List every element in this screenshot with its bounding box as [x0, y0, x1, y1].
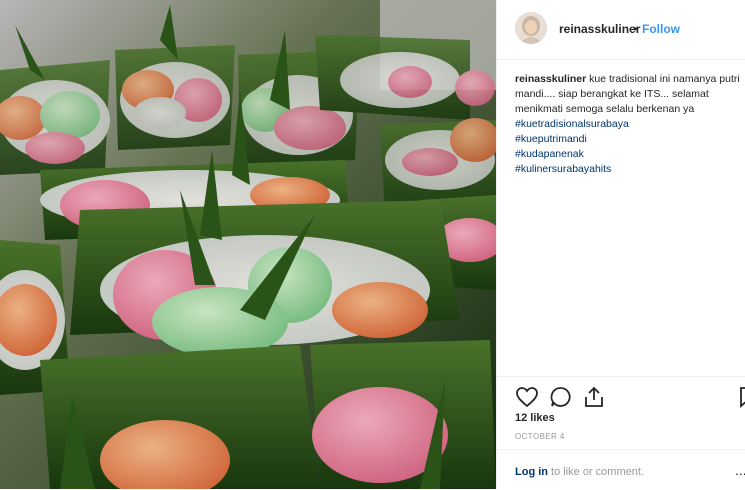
more-options-icon[interactable]: ... [735, 462, 745, 478]
share-icon[interactable] [582, 385, 606, 409]
avatar-image [515, 12, 547, 44]
hashtag-link[interactable]: #kuetradisionalsurabaya [515, 117, 745, 132]
caption-username[interactable]: reinasskuliner [515, 73, 586, 85]
likes-count[interactable]: 12 likes [515, 412, 555, 424]
post-photo[interactable] [0, 0, 496, 489]
comment-icon[interactable] [549, 385, 573, 409]
follow-button[interactable]: Follow [642, 22, 680, 36]
username-link[interactable]: reinasskuliner [559, 22, 640, 36]
login-link[interactable]: Log in [515, 466, 548, 478]
post-actions [497, 376, 745, 409]
avatar[interactable] [515, 12, 547, 44]
hashtag-link[interactable]: #kueputrimandi [515, 132, 745, 147]
post-date: OCTOBER 4 [515, 432, 565, 441]
kue-putri-mandi-image [0, 0, 496, 489]
post-side-panel: reinasskuliner • Follow reinasskuliner k… [496, 0, 745, 489]
bookmark-icon[interactable] [736, 385, 745, 409]
login-prompt: Log in to like or comment. [515, 466, 644, 478]
hashtag-link[interactable]: #kudapanenak [515, 147, 745, 162]
separator-dot: • [633, 22, 638, 36]
heart-icon[interactable] [515, 385, 539, 409]
login-text: to like or comment. [548, 466, 644, 478]
post-header: reinasskuliner • Follow [497, 0, 745, 60]
hashtag-link[interactable]: #kulinersurabayahits [515, 162, 745, 177]
instagram-post: reinasskuliner • Follow reinasskuliner k… [0, 0, 745, 489]
post-caption: reinasskuliner kue tradisional ini naman… [515, 72, 745, 177]
post-footer: Log in to like or comment. ... [497, 449, 745, 490]
